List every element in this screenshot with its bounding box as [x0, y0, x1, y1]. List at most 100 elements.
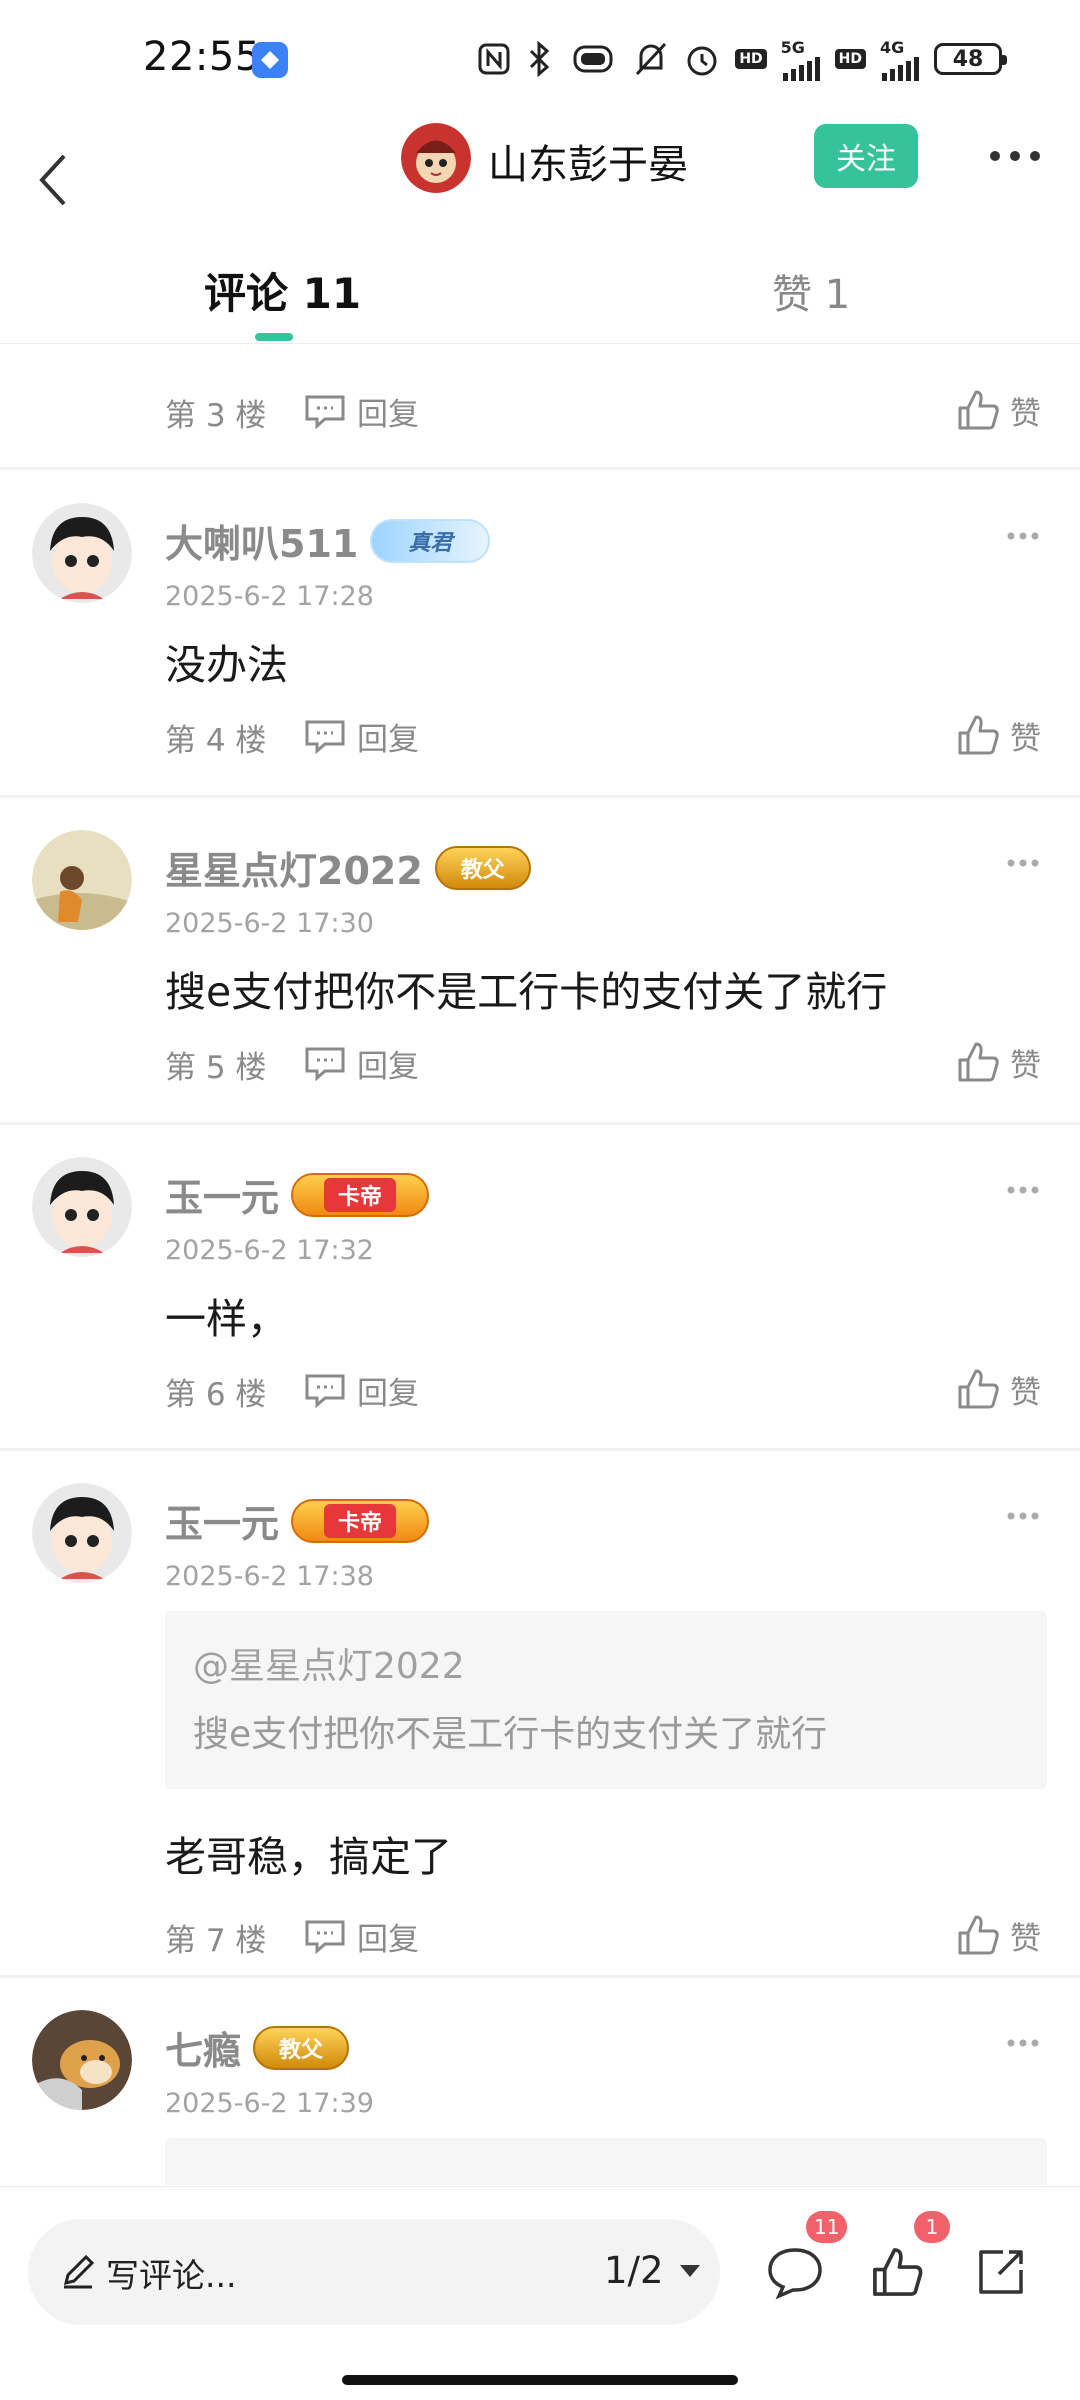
- like-button[interactable]: 赞: [956, 1034, 1041, 1090]
- like-button[interactable]: 赞: [956, 382, 1041, 438]
- reply-label: 回复: [357, 1048, 419, 1085]
- more-icon: [1007, 2039, 1039, 2047]
- floor-label: 第 3 楼: [165, 398, 267, 434]
- more-options-button[interactable]: [980, 136, 1050, 176]
- username[interactable]: 七瘾: [165, 2020, 241, 2075]
- tabs-bar: 评论 11 赞 1: [0, 240, 1080, 344]
- username-row: 星星点灯2022 教父: [165, 840, 531, 895]
- level-badge: 卡帝: [291, 1498, 430, 1543]
- reply-button[interactable]: 回复: [303, 1911, 419, 1961]
- username[interactable]: 玉一元: [165, 1493, 279, 1548]
- username-row: 七瘾 教父: [165, 2020, 350, 2075]
- home-indicator[interactable]: [342, 2375, 738, 2385]
- more-icon: [1007, 1512, 1039, 1520]
- like-button[interactable]: 赞: [956, 1907, 1041, 1963]
- reply-label: 回复: [357, 1921, 419, 1958]
- thumbs-up-icon: [958, 1915, 999, 1955]
- reply-button[interactable]: 回复: [303, 386, 419, 436]
- vibrate-icon: [573, 45, 613, 73]
- badge-text: 卡帝: [324, 1177, 397, 1212]
- like-label: 赞: [1010, 395, 1041, 432]
- quoted-comment[interactable]: [165, 2138, 1047, 2185]
- bottom-action-bar: 写评论... 1/2 11 1: [0, 2186, 1080, 2400]
- like-label: 赞: [1010, 720, 1041, 757]
- username-row: 玉一元 卡帝: [165, 1493, 430, 1548]
- username[interactable]: 玉一元: [165, 1167, 279, 1222]
- reply-icon: [305, 1920, 345, 1954]
- reply-icon: [305, 1374, 345, 1408]
- like-button[interactable]: 赞: [956, 707, 1041, 763]
- comment-item: 七瘾 教父 2025-6-2 17:39: [0, 2010, 1080, 2185]
- more-icon: [1007, 532, 1039, 540]
- like-label: 赞: [1010, 1047, 1041, 1084]
- reply-button[interactable]: 回复: [303, 1038, 419, 1088]
- reply-label: 回复: [357, 721, 419, 758]
- comment-footer: 第 6 楼 回复 赞: [0, 1369, 1080, 1429]
- comment-footer: 第 7 楼 回复 赞: [0, 1915, 1080, 1975]
- comment-footer: 第 4 楼 回复 赞: [0, 715, 1080, 775]
- thumbs-up-icon: [958, 1369, 999, 1409]
- avatar[interactable]: [32, 830, 132, 930]
- network-5g-label: 5G: [780, 37, 805, 57]
- more-icon: [1007, 859, 1039, 867]
- comment-more-button[interactable]: [998, 521, 1048, 551]
- header-avatar[interactable]: [401, 123, 471, 193]
- like-label: 赞: [1010, 1374, 1041, 1411]
- comment-more-button[interactable]: [998, 1175, 1048, 1205]
- avatar[interactable]: [32, 503, 132, 603]
- comment-input[interactable]: 写评论... 1/2: [28, 2219, 720, 2325]
- reply-icon: [305, 1047, 345, 1081]
- share-button[interactable]: [966, 2237, 1036, 2307]
- share-icon: [979, 2250, 1023, 2294]
- thumbs-up-icon: [958, 1042, 999, 1082]
- status-bar: 22:55 HD 5G HD 4G 48: [0, 0, 1080, 120]
- dropdown-icon: [679, 2264, 700, 2277]
- back-button[interactable]: [22, 150, 82, 210]
- quoted-comment[interactable]: @星星点灯2022 搜e支付把你不是工行卡的支付关了就行: [165, 1611, 1047, 1789]
- username[interactable]: 大喇叭511: [165, 513, 358, 568]
- page-selector[interactable]: 1/2: [604, 2249, 702, 2292]
- like-post-button[interactable]: 1: [862, 2211, 950, 2307]
- comment-footer: 第 5 楼 回复 赞: [0, 1042, 1080, 1102]
- follow-button[interactable]: 关注: [814, 124, 918, 188]
- comment-text: 老哥稳，搞定了: [165, 1833, 452, 1881]
- comment-bubble-icon: [768, 2248, 822, 2300]
- divider: [0, 467, 1080, 470]
- comment-list[interactable]: 第 3 楼 回复 赞 大喇叭511 真君 2025-6-2 17:28 没办法 …: [0, 345, 1080, 2185]
- comment-more-button[interactable]: [998, 2028, 1048, 2058]
- battery-icon: 48: [934, 43, 1007, 75]
- reply-icon: [305, 720, 345, 754]
- like-button[interactable]: 赞: [956, 1361, 1041, 1417]
- username-row: 大喇叭511 真君: [165, 513, 491, 568]
- username[interactable]: 星星点灯2022: [165, 840, 423, 895]
- timestamp: 2025-6-2 17:32: [165, 1235, 374, 1266]
- hd-label-2: HD: [834, 49, 866, 69]
- comment-count-button[interactable]: 11: [760, 2211, 848, 2307]
- reply-label: 回复: [357, 1375, 419, 1412]
- level-badge: 真君: [370, 518, 491, 563]
- header-username[interactable]: 山东彭于晏: [488, 132, 688, 190]
- avatar[interactable]: [32, 2010, 132, 2110]
- app-notification-icon: [252, 42, 288, 78]
- badge-text: 卡帝: [324, 1503, 397, 1538]
- comment-input-placeholder: 写评论...: [106, 2256, 237, 2295]
- reply-button[interactable]: 回复: [303, 1365, 419, 1415]
- avatar[interactable]: [32, 1157, 132, 1257]
- back-arrow-icon: [39, 154, 66, 206]
- signal-icon-1: [782, 56, 820, 81]
- level-badge: 教父: [434, 845, 531, 890]
- avatar[interactable]: [32, 1483, 132, 1583]
- reply-button[interactable]: 回复: [303, 711, 419, 761]
- level-badge: 卡帝: [291, 1172, 430, 1217]
- comment-more-button[interactable]: [998, 1501, 1048, 1531]
- comment-text: 搜e支付把你不是工行卡的支付关了就行: [165, 968, 888, 1016]
- floor-label: 第 6 楼: [165, 1377, 267, 1413]
- comment-more-button[interactable]: [998, 848, 1048, 878]
- page-indicator: 1/2: [604, 2249, 664, 2292]
- tab-comments[interactable]: 评论 11: [204, 260, 361, 321]
- pen-icon: [63, 2254, 95, 2289]
- floor-label: 第 4 楼: [165, 723, 267, 759]
- floor-label: 第 7 楼: [165, 1923, 267, 1959]
- tab-likes[interactable]: 赞 1: [772, 262, 850, 320]
- timestamp: 2025-6-2 17:30: [165, 908, 374, 939]
